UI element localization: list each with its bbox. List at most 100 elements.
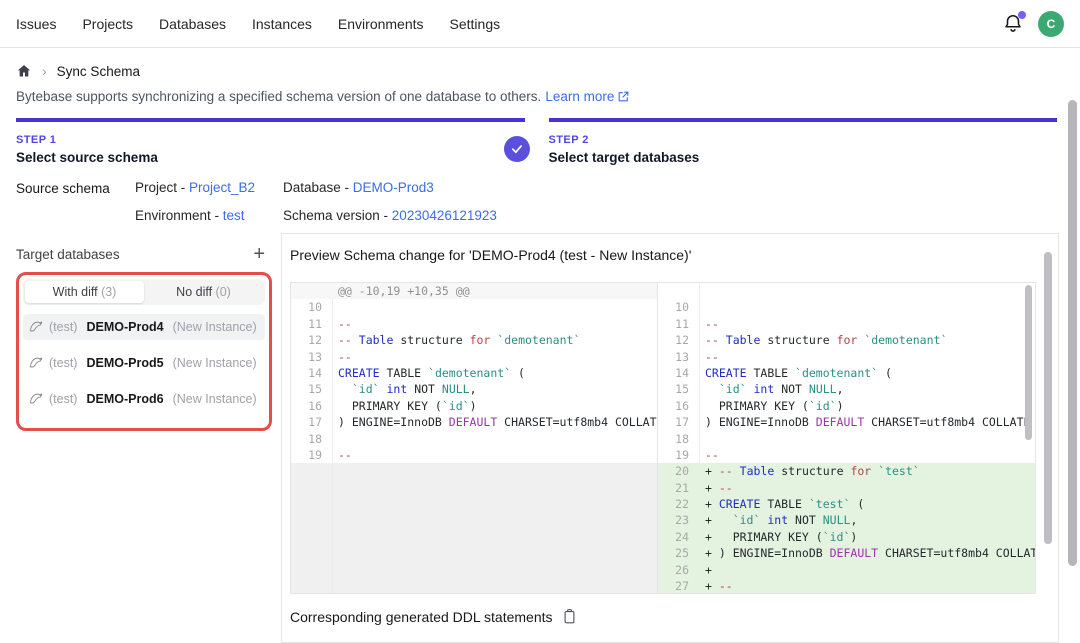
line-number: 12: [658, 332, 699, 348]
environment-link[interactable]: test: [223, 208, 245, 223]
field-schema-version-label: Schema version -: [283, 208, 392, 223]
nav-item-environments[interactable]: Environments: [338, 16, 424, 32]
db-note: (New Instance): [173, 392, 257, 406]
external-link-icon: [617, 90, 630, 103]
nav-item-issues[interactable]: Issues: [16, 16, 56, 32]
step-2-label: STEP 2: [549, 134, 1058, 146]
line-number: 15: [291, 381, 332, 397]
ddl-statements-header: Corresponding generated DDL statements: [290, 608, 577, 625]
nav-item-projects[interactable]: Projects: [82, 16, 133, 32]
diff-line: 22+ CREATE TABLE `test` (: [658, 496, 1035, 512]
line-content: -- Table structure for `demotenant`: [332, 332, 580, 348]
breadcrumb: › Sync Schema: [16, 63, 140, 79]
line-number: 27: [658, 578, 699, 593]
line-number: 16: [291, 398, 332, 414]
target-database-row[interactable]: (test)DEMO-Prod4(New Instance): [23, 314, 265, 340]
diff-line: 10: [658, 299, 1035, 315]
intro-text: Bytebase supports synchronizing a specif…: [16, 89, 630, 104]
line-content: + ) ENGINE=InnoDB DEFAULT CHARSET=utf8mb…: [699, 545, 1035, 561]
diff-line: 27+ --: [658, 578, 1035, 593]
line-number: 14: [291, 365, 332, 381]
diff-line: 16 PRIMARY KEY (`id`): [291, 398, 657, 414]
home-icon[interactable]: [16, 63, 32, 79]
notification-dot: [1018, 11, 1026, 19]
db-name: DEMO-Prod5: [86, 356, 163, 370]
line-number: 26: [658, 562, 699, 578]
line-number: 14: [658, 365, 699, 381]
diff-left-filler: [291, 463, 657, 593]
field-environment-label: Environment -: [135, 208, 223, 223]
target-panel-title: Target databases: [16, 247, 120, 262]
line-number: 11: [658, 316, 699, 332]
field-database: Database - DEMO-Prod3: [283, 180, 497, 195]
step-2: STEP 2 Select target databases: [549, 118, 1058, 165]
field-database-label: Database -: [283, 180, 353, 195]
learn-more-label: Learn more: [545, 89, 614, 104]
diff-scrollbar[interactable]: [1025, 285, 1032, 440]
line-number: 16: [658, 398, 699, 414]
diff-line: 19--: [658, 447, 1035, 463]
line-content: `id` int NOT NULL,: [332, 381, 477, 397]
line-content: --: [332, 316, 352, 332]
target-database-row[interactable]: (test) DEMO-Prod6 (New Instance): [23, 386, 265, 412]
line-number: 19: [658, 447, 699, 463]
nav-item-settings[interactable]: Settings: [450, 16, 501, 32]
diff-line: 19--: [291, 447, 657, 463]
diff-line: 15 `id` int NOT NULL,: [291, 381, 657, 397]
source-schema-fields: Project - Project_B2 Environment - test …: [135, 180, 497, 223]
tab-with-diff-count: (3): [101, 285, 116, 299]
diff-hunk-header-spacer: [658, 283, 1035, 299]
line-number: 10: [658, 299, 699, 315]
notifications-button[interactable]: [1002, 13, 1024, 35]
db-environment: (test): [49, 356, 77, 370]
line-number: 13: [658, 349, 699, 365]
line-content: + --: [699, 480, 733, 496]
nav-item-instances[interactable]: Instances: [252, 16, 312, 32]
line-number: 22: [658, 496, 699, 512]
schema-version-link[interactable]: 20230426121923: [392, 208, 497, 223]
mysql-icon: [29, 392, 43, 406]
project-link[interactable]: Project_B2: [189, 180, 255, 195]
diff-line: 12-- Table structure for `demotenant`: [658, 332, 1035, 348]
db-note: (New Instance): [173, 356, 257, 370]
page-scrollbar[interactable]: [1068, 100, 1077, 566]
tab-with-diff[interactable]: With diff (3): [25, 281, 144, 303]
field-environment: Environment - test: [135, 208, 283, 223]
copy-icon[interactable]: [562, 608, 577, 625]
nav-items: Issues Projects Databases Instances Envi…: [16, 16, 500, 32]
line-content: + `id` int NOT NULL,: [699, 512, 857, 528]
check-icon: [510, 142, 524, 156]
db-environment: (test): [49, 392, 77, 406]
avatar[interactable]: C: [1038, 11, 1064, 37]
diff-pane-modified: 1011--12-- Table structure for `demotena…: [658, 283, 1035, 593]
line-number: 17: [658, 414, 699, 430]
line-content: --: [699, 349, 719, 365]
diff-pane-original: @@ -10,19 +10,35 @@ 1011--12-- Table str…: [291, 283, 658, 593]
line-number: 13: [291, 349, 332, 365]
database-link[interactable]: DEMO-Prod3: [353, 180, 434, 195]
line-content: --: [699, 447, 719, 463]
diff-line: 17) ENGINE=InnoDB DEFAULT CHARSET=utf8mb…: [291, 414, 657, 430]
line-content: `id` int NOT NULL,: [699, 381, 844, 397]
step-1-title: Select source schema: [16, 150, 525, 165]
breadcrumb-page-title: Sync Schema: [57, 64, 140, 79]
line-content: [332, 299, 338, 315]
mysql-icon: [29, 320, 43, 334]
learn-more-link[interactable]: Learn more: [545, 89, 630, 104]
line-content: PRIMARY KEY (`id`): [332, 398, 477, 414]
field-project-label: Project -: [135, 180, 189, 195]
line-number: 24: [658, 529, 699, 545]
target-database-row[interactable]: (test) DEMO-Prod5 (New Instance): [23, 350, 265, 376]
add-database-button[interactable]: +: [253, 246, 265, 262]
line-content: CREATE TABLE `demotenant` (: [699, 365, 892, 381]
top-navigation: Issues Projects Databases Instances Envi…: [0, 0, 1080, 48]
db-name: DEMO-Prod6: [86, 392, 163, 406]
field-schema-version: Schema version - 20230426121923: [283, 208, 497, 223]
db-name: DEMO-Prod4: [86, 320, 163, 334]
line-content: + PRIMARY KEY (`id`): [699, 529, 857, 545]
field-project: Project - Project_B2: [135, 180, 283, 195]
line-content: -- Table structure for `demotenant`: [699, 332, 947, 348]
card-scrollbar[interactable]: [1044, 252, 1052, 544]
nav-item-databases[interactable]: Databases: [159, 16, 226, 32]
tab-no-diff[interactable]: No diff (0): [144, 281, 263, 303]
